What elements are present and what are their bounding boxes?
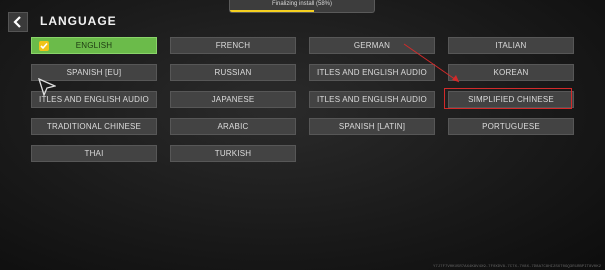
cursor-icon: [38, 78, 56, 96]
annotation-arrow: [403, 43, 460, 83]
build-id-text: Y7J7F7V0KU5R7AX4K8V4X9-7F0XDV8-7C7X-7V8X…: [432, 265, 601, 269]
annotation-highlight-box: [444, 88, 572, 109]
